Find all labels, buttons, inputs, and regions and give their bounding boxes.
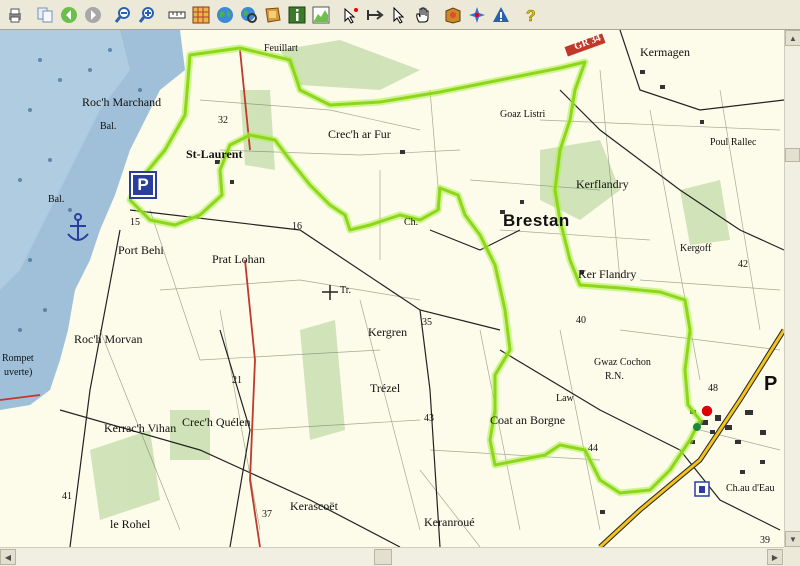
scroll-left-icon[interactable]: ◀: [0, 549, 16, 565]
info-icon[interactable]: [286, 4, 308, 26]
map-label: 39: [760, 535, 770, 546]
horizontal-scroll-thumb[interactable]: [374, 549, 392, 565]
map-label: Kerascoët: [290, 499, 338, 513]
map-label: Ch.: [404, 217, 419, 228]
map-label: Feuillart: [264, 43, 298, 54]
map-label: Kermagen: [640, 45, 690, 59]
measure-icon[interactable]: [364, 4, 386, 26]
map-label: 48: [708, 383, 718, 394]
map-toolbar: ?: [0, 0, 800, 30]
map-label: 21: [232, 375, 242, 386]
map-label: Rompet: [2, 353, 34, 364]
map-label: 16: [292, 221, 302, 232]
scroll-up-icon[interactable]: ▲: [785, 30, 800, 46]
map-label: 40: [576, 315, 586, 326]
map-label: 15: [130, 217, 140, 228]
hand-pan-icon[interactable]: [412, 4, 434, 26]
map-label: Tr.: [340, 285, 352, 296]
svg-text:?: ?: [526, 8, 536, 24]
forward-icon[interactable]: [82, 4, 104, 26]
layers-icon[interactable]: [262, 4, 284, 26]
waypoint-icon: [693, 423, 701, 431]
map-label: Goaz Listri: [500, 109, 546, 120]
zoom-in-icon[interactable]: [136, 4, 158, 26]
map-label: Roc'h Morvan: [74, 332, 143, 346]
map-label: Bal.: [48, 194, 65, 205]
parking-icon: P: [129, 171, 157, 199]
map-label: Gwaz Cochon: [594, 357, 651, 368]
scale-ruler-icon[interactable]: [166, 4, 188, 26]
start-point-icon: [700, 404, 714, 418]
map-label: 42: [738, 259, 748, 270]
vertical-scrollbar[interactable]: ▲ ▼: [784, 30, 800, 547]
map-label: Kergren: [368, 325, 408, 339]
map-label: Coat an Borgne: [490, 413, 566, 427]
map-label: Roc'h Marchand: [82, 95, 162, 109]
map-label: le Rohel: [110, 517, 151, 531]
select-point-icon[interactable]: [340, 4, 362, 26]
back-icon[interactable]: [58, 4, 80, 26]
map-label: Ker Flandry: [578, 267, 637, 281]
map-label: Port Behi: [118, 243, 164, 257]
scroll-right-icon[interactable]: ▶: [767, 549, 783, 565]
warning-icon[interactable]: [490, 4, 512, 26]
map-label: R.N.: [605, 371, 624, 382]
map-label: 35: [422, 317, 432, 328]
map-label: Prat Lohan: [212, 252, 265, 266]
zoom-out-icon[interactable]: [112, 4, 134, 26]
globe-search-icon[interactable]: [238, 4, 260, 26]
map-label: 32: [218, 115, 228, 126]
map-label: Kerrac'h Vihan: [104, 421, 177, 435]
map-label: St-Laurent: [186, 147, 243, 161]
map-label: 37: [262, 509, 272, 520]
map-canvas[interactable]: P Roc'h Marchand Bal. St-Laurent Bal. Po…: [0, 30, 784, 547]
map-label: Keranroué: [424, 515, 475, 529]
map-label: Bal.: [100, 121, 117, 132]
scrollbar-corner: [784, 547, 800, 566]
map-label: 43: [424, 413, 434, 424]
map-label: Brestan: [503, 211, 570, 230]
map-label: Crec'h Quélen: [182, 415, 251, 429]
help-icon[interactable]: ?: [520, 4, 542, 26]
map-label: Kerflandry: [576, 177, 629, 191]
map-label: Poul Rallec: [710, 137, 757, 148]
map-label: uverte): [4, 367, 33, 378]
map-label: Crec'h ar Fur: [328, 127, 391, 141]
copy-icon[interactable]: [34, 4, 56, 26]
map-label: 44: [588, 443, 598, 454]
pointer-icon[interactable]: [388, 4, 410, 26]
horizontal-scrollbar[interactable]: ◀ ▶: [0, 547, 784, 566]
map-label: Kergoff: [680, 243, 712, 254]
map-label: Ch.au d'Eau: [726, 483, 775, 494]
vertical-scroll-thumb[interactable]: [785, 148, 800, 162]
map-label: P: [764, 373, 778, 395]
map-label: 41: [62, 491, 72, 502]
scroll-down-icon[interactable]: ▼: [785, 531, 800, 547]
globe-icon[interactable]: [214, 4, 236, 26]
profile-chart-icon[interactable]: [310, 4, 332, 26]
print-icon[interactable]: [4, 4, 26, 26]
map-label: Trézel: [370, 381, 401, 395]
map-package-icon[interactable]: [442, 4, 464, 26]
compass-rose-icon[interactable]: [466, 4, 488, 26]
map-label: Law: [556, 393, 574, 404]
grid-icon[interactable]: [190, 4, 212, 26]
